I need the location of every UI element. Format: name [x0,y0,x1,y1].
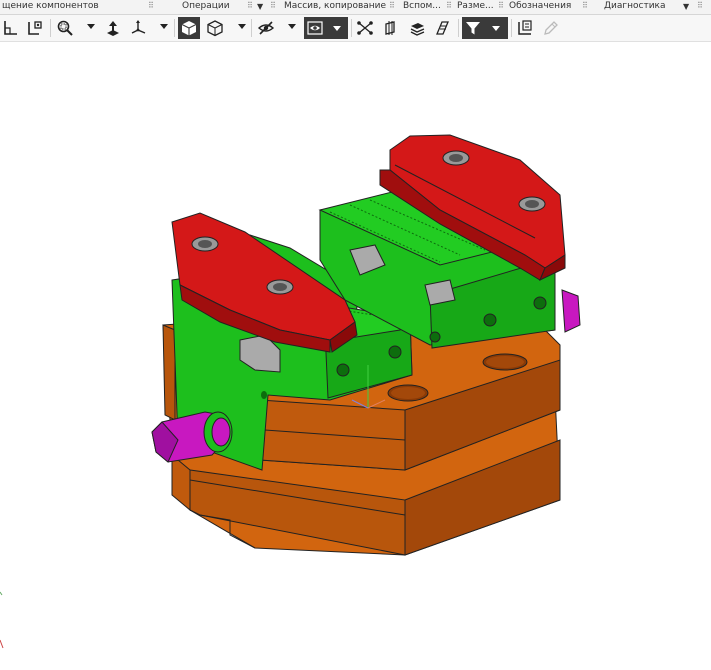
toolbar-separator [511,19,512,37]
properties-icon[interactable] [432,17,454,39]
toolbar-separator [174,19,175,37]
visibility-icon[interactable] [304,17,326,39]
hide-dropdown-arrow-icon[interactable] [288,24,296,29]
sketch-profile-icon[interactable] [0,17,22,39]
zoom-icon[interactable] [54,17,76,39]
tab-grip[interactable]: ⠿ [498,0,504,12]
coordinate-axes-icon[interactable] [128,17,150,39]
section-icon[interactable] [380,17,402,39]
tab-grip[interactable]: ⠿ [582,0,588,12]
tab-dimensions[interactable]: Разме... [457,1,494,11]
visibility-dropdown-arrow-icon [333,26,341,31]
tab-designations[interactable]: Обозначения [509,1,571,11]
tab-grip[interactable]: ⠿ [247,0,253,12]
toolbar-separator [458,19,459,37]
move-part-icon[interactable] [102,17,124,39]
display-mode-dropdown-arrow-icon[interactable] [238,24,246,29]
collapse-arrow-icon[interactable]: ▼ [683,2,689,11]
zoom-dropdown-arrow-icon[interactable] [87,24,95,29]
tab-auxiliary[interactable]: Вспом... [403,1,441,11]
tab-diagnostics[interactable]: Диагностика [604,1,666,11]
ribbon-tabs: щение компонентов ⠿ Операции ⠿ ▼ ⠿ Масси… [0,0,711,15]
vise-model [0,134,581,649]
tab-grip[interactable]: ⠿ [697,0,703,12]
snap-icon[interactable] [354,17,376,39]
3d-viewport[interactable] [0,42,711,666]
tab-grip[interactable]: ⠿ [270,0,276,12]
layers-icon[interactable] [406,17,428,39]
tab-grip[interactable]: ⠿ [148,0,154,12]
tab-array-copy[interactable]: Массив, копирование [284,1,386,11]
shaded-solid-icon[interactable] [178,17,200,39]
pencil-disabled-icon [540,17,562,39]
tab-grip[interactable]: ⠿ [446,0,452,12]
toolbar-separator [351,19,352,37]
collapse-arrow-icon[interactable]: ▼ [257,2,263,11]
hide-icon[interactable] [255,17,277,39]
filter-icon[interactable] [462,17,484,39]
axes-dropdown-arrow-icon[interactable] [160,24,168,29]
tab-operations[interactable]: Операции [182,1,230,11]
shaded-wireframe-icon[interactable] [204,17,226,39]
toolbar-separator [50,19,51,37]
filter-dropdown[interactable] [484,17,508,39]
tab-component-placement[interactable]: щение компонентов [2,1,99,11]
filter-dropdown-arrow-icon [492,26,500,31]
tab-grip[interactable]: ⠿ [389,0,395,12]
main-toolbar [0,15,711,42]
report-icon[interactable] [514,17,536,39]
sketch-dimension-icon[interactable] [24,17,46,39]
toolbar-separator [251,19,252,37]
visibility-dropdown[interactable] [326,17,348,39]
